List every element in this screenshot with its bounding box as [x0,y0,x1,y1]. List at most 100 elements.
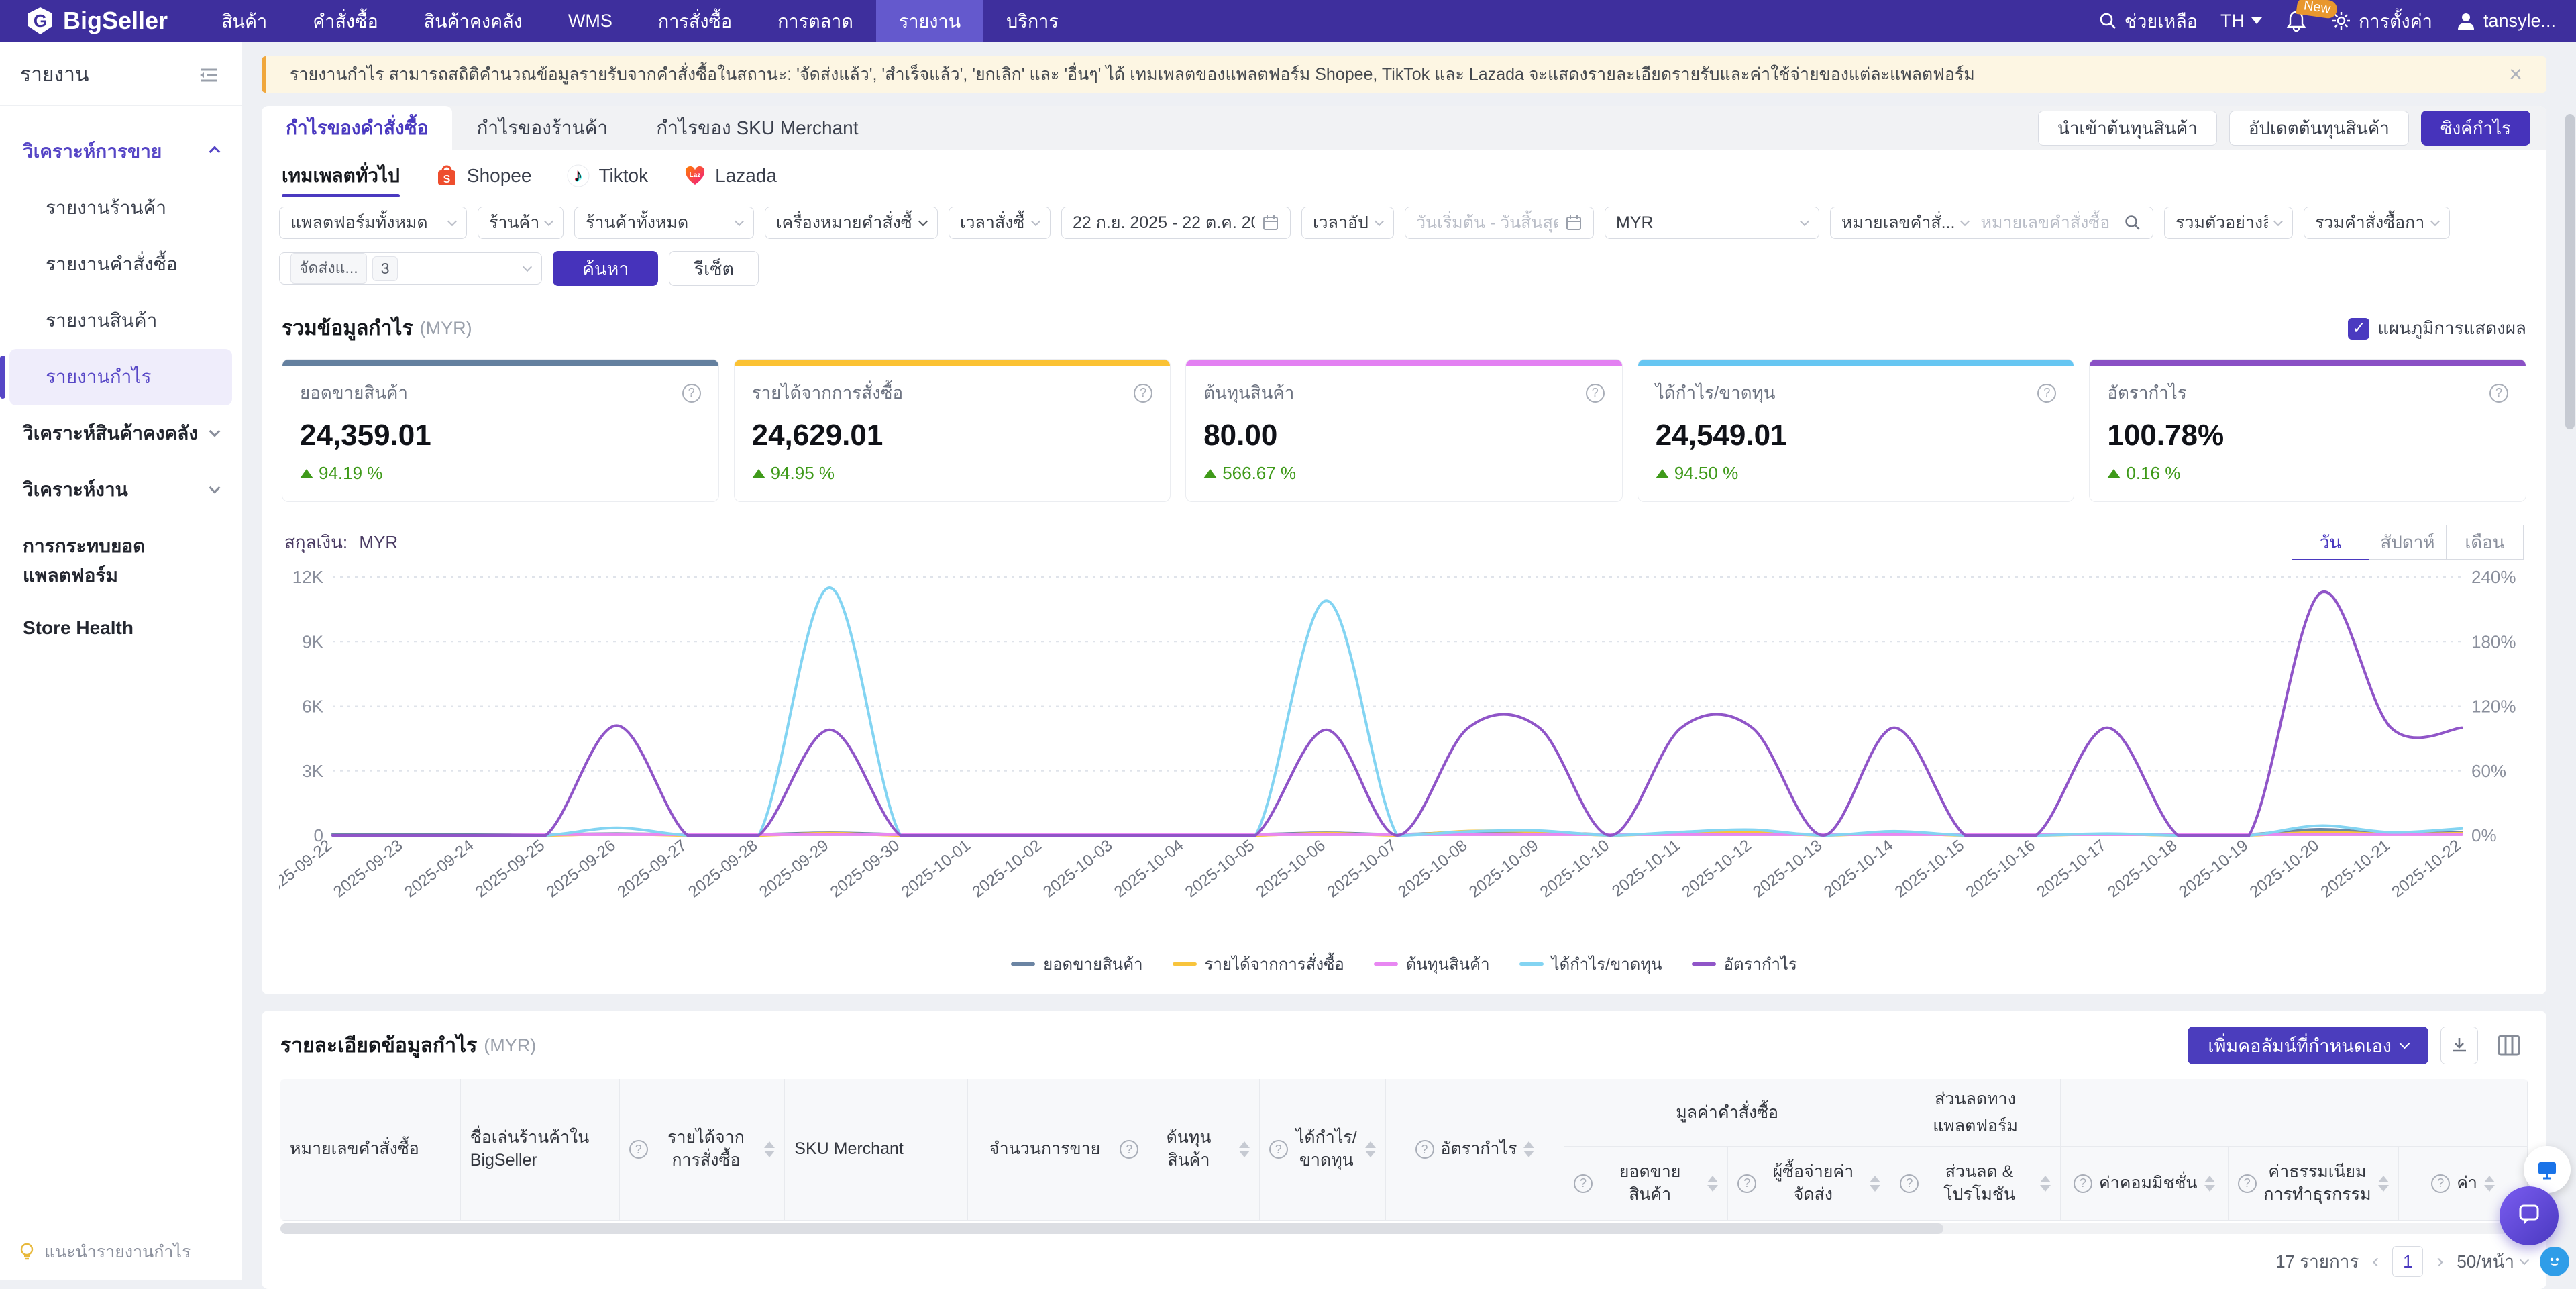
chart-display-toggle[interactable]: ✓ แผนภูมิการแสดงผล [2348,315,2526,342]
sort-icon[interactable] [1365,1141,1376,1157]
order-number-input[interactable]: หมายเลขคำสั่งซื้อ [1980,209,2116,236]
sort-icon[interactable] [1870,1176,1880,1192]
help-icon[interactable]: ? [1415,1140,1434,1159]
help-icon[interactable]: ? [629,1140,648,1159]
legend-item-5[interactable]: อัตรากำไร [1692,951,1797,977]
legend-item-3[interactable]: ต้นทุนสินค้า [1374,951,1490,977]
help-icon[interactable]: ? [1586,384,1605,403]
filter-select-1[interactable]: แพลตฟอร์มทั้งหมด [279,207,467,239]
legend-item-4[interactable]: ได้กำไร/ขาดทุน [1519,951,1662,977]
sort-icon[interactable] [764,1141,775,1157]
column-header-7[interactable]: ?ได้กำไร/ขาดทุน [1259,1079,1385,1221]
filter-select-5[interactable]: เวลาสั่งซื้... [949,207,1051,239]
collapse-sidebar-icon[interactable] [197,65,221,85]
subtab-shopee[interactable]: SShopee [435,150,532,201]
filter-date-6[interactable]: 22 ก.ย. 2025 - 22 ต.ค. 2025 [1061,207,1291,239]
help-icon[interactable]: ? [1900,1174,1919,1193]
bigseller-logo[interactable]: G BigSeller [0,6,199,36]
prev-page-icon[interactable]: ‹ [2372,1250,2379,1273]
filter-date-8[interactable]: วันเริ่มต้น - วันสิ้นสุด [1405,207,1594,239]
nav-item-4[interactable]: WMS [545,0,635,42]
help-icon[interactable]: ? [2489,384,2508,403]
nav-item-3[interactable]: สินค้าคงคลัง [401,0,545,42]
help-icon[interactable]: ? [2238,1174,2257,1193]
sidebar-item-1-1[interactable]: รายงานร้านค้า [9,180,232,236]
help-icon[interactable]: ? [1269,1140,1288,1159]
current-page-button[interactable]: 1 [2392,1246,2423,1277]
filter-select-9[interactable]: MYR [1605,207,1819,239]
sidebar-section-1[interactable]: วิเคราะห์การขาย [9,123,232,180]
nav-item-2[interactable]: คำสั่งซื้อ [290,0,400,42]
sidebar-section-3[interactable]: วิเคราะห์งาน [9,462,232,518]
help-link[interactable]: ช่วยเหลือ [2098,7,2198,36]
help-icon[interactable]: ? [2037,384,2056,403]
tab-1[interactable]: กำไรของคำสั่งซื้อ [262,106,452,150]
filter-select-3[interactable]: ร้านค้าทั้งหมด [574,207,754,239]
sidebar-item-1-4[interactable]: รายงานกำไร [9,349,232,405]
period-button-3[interactable]: เดือน [2446,525,2524,560]
import-cost-button[interactable]: นำเข้าต้นทุนสินค้า [2038,111,2217,146]
page-size-select[interactable]: 50/หน้า [2457,1248,2528,1276]
help-icon[interactable]: ? [1134,384,1152,403]
export-button[interactable] [2440,1027,2478,1064]
legend-item-2[interactable]: รายได้จากการสั่งซื้อ [1173,951,1344,977]
group-1-column-2[interactable]: ?ผู้ซื้อจ่ายค่าจัดส่ง [1728,1147,1890,1221]
filter-select-11[interactable]: รวมตัวอย่างสิน... [2164,207,2293,239]
subtab-tiktok[interactable]: ♪♪♪Tiktok [566,150,648,201]
language-selector[interactable]: TH [2220,11,2262,32]
nav-item-1[interactable]: สินค้า [199,0,290,42]
help-icon[interactable]: ? [1737,1174,1756,1193]
assistant-fab[interactable] [2540,1247,2569,1276]
filter-select-2[interactable]: ร้านค้า [478,207,564,239]
help-icon[interactable]: ? [2074,1174,2092,1193]
chat-support-fab[interactable] [2500,1186,2559,1245]
help-icon[interactable]: ? [1574,1174,1593,1193]
filter-search-10[interactable]: หมายเลขคำสั่...หมายเลขคำสั่งซื้อ [1830,207,2153,239]
nav-item-5[interactable]: การสั่งซื้อ [635,0,755,42]
sort-icon[interactable] [2040,1176,2051,1192]
sort-icon[interactable] [1707,1176,1718,1192]
sidebar-item-1-2[interactable]: รายงานคำสั่งซื้อ [9,236,232,293]
subtab-lazada[interactable]: LazLazada [683,150,777,201]
banner-close-icon[interactable]: × [2509,63,2522,86]
help-icon[interactable]: ? [682,384,701,403]
filter-select-12[interactable]: รวมคำสั่งซื้อการ... [2304,207,2450,239]
legend-item-1[interactable]: ยอดขายสินค้า [1011,951,1143,977]
tab-3[interactable]: กำไรของ SKU Merchant [632,106,882,150]
notifications-button[interactable]: New [2285,9,2308,32]
add-custom-column-button[interactable]: เพิ่มคอลัมน์ที่กำหนดเอง [2188,1027,2428,1064]
search-button[interactable]: ค้นหา [553,251,658,286]
update-cost-button[interactable]: อัปเดตต้นทุนสินค้า [2229,111,2409,146]
tab-2[interactable]: กำไรของร้านค้า [452,106,632,150]
column-header-3[interactable]: ?รายได้จากการสั่งซื้อ [619,1079,785,1221]
column-header-6[interactable]: ?ต้นทุนสินค้า [1110,1079,1259,1221]
help-icon[interactable]: ? [2431,1174,2450,1193]
column-settings-button[interactable] [2490,1027,2528,1064]
sidebar-section-2[interactable]: วิเคราะห์สินค้าคงคลัง [9,405,232,462]
tail-column-2[interactable]: ?ค่าธรรมเนียมการทำธุรกรรม [2228,1147,2398,1221]
tail-column-1[interactable]: ?ค่าคอมมิชชั่น [2060,1147,2228,1221]
user-menu[interactable]: tansyle... [2455,10,2556,32]
sort-icon[interactable] [2378,1176,2389,1192]
period-button-1[interactable]: วัน [2292,525,2369,560]
next-page-icon[interactable]: › [2436,1250,2443,1273]
sort-icon[interactable] [1239,1141,1250,1157]
period-button-2[interactable]: สัปดาห์ [2369,525,2447,560]
nav-item-7[interactable]: รายงาน [876,0,983,42]
page-vertical-scrollbar[interactable] [2565,114,2575,429]
nav-item-6[interactable]: การตลาด [755,0,876,42]
filter-select-4[interactable]: เครื่องหมายคำสั่งซื้อ [765,207,938,239]
column-header-8[interactable]: ?อัตรากำไร [1385,1079,1564,1221]
checkbox-checked-icon[interactable]: ✓ [2348,318,2369,340]
filter-select-7[interactable]: เวลาอัปเ... [1301,207,1394,239]
nav-item-8[interactable]: บริการ [983,0,1081,42]
order-status-multiselect[interactable]: จัดส่งแ... 3 [279,252,542,285]
settings-button[interactable]: การตั้งค่า [2330,7,2432,36]
sort-icon[interactable] [1523,1141,1534,1157]
reset-button[interactable]: รีเซ็ต [669,251,759,286]
sort-icon[interactable] [2204,1176,2215,1192]
sync-profit-button[interactable]: ซิงค์กำไร [2421,111,2530,146]
group-2-column-1[interactable]: ?ส่วนลด & โปรโมชัน [1890,1147,2060,1221]
sidebar-item-1-3[interactable]: รายงานสินค้า [9,293,232,349]
sort-icon[interactable] [2484,1176,2495,1192]
